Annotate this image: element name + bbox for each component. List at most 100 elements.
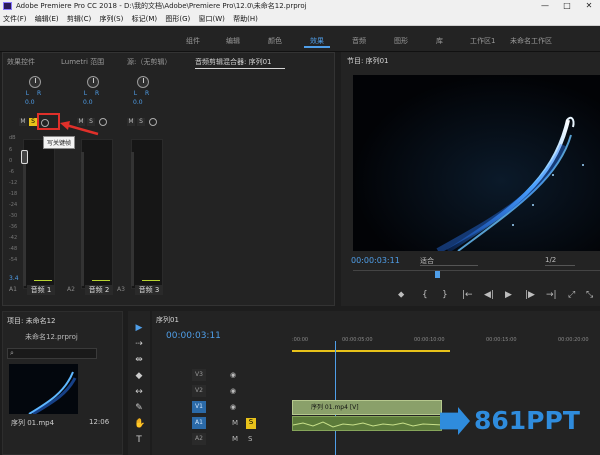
pan-knob[interactable] <box>87 76 99 88</box>
workspace-untitled[interactable]: 未命名工作区 <box>510 36 552 46</box>
minimize-button[interactable]: — <box>534 0 556 12</box>
db-tick: -6 <box>9 169 14 175</box>
eye-icon[interactable]: ◉ <box>230 371 236 379</box>
tools-panel: ▶ ⇢ ⇹ ◆ ↔ ✎ ✋ T <box>128 311 150 455</box>
add-marker-icon[interactable]: ⬥ <box>398 290 404 300</box>
track-label-a1[interactable]: A1 <box>192 417 206 429</box>
type-tool-icon[interactable]: T <box>134 435 144 445</box>
solo-button[interactable]: S <box>29 118 37 126</box>
step-forward-icon[interactable]: |▶ <box>525 290 535 300</box>
workspace-graphics[interactable]: 图形 <box>394 36 408 46</box>
db-tick: 0 <box>9 158 13 164</box>
volume-fader-track[interactable] <box>81 152 84 286</box>
mute-track-icon[interactable]: M <box>232 419 238 427</box>
workspace-audio[interactable]: 音频 <box>352 36 366 46</box>
step-back-icon[interactable]: ◀| <box>484 290 494 300</box>
volume-fader-track[interactable] <box>23 152 26 286</box>
channel-name-a1[interactable]: 音频 1 <box>27 285 55 295</box>
volume-fader-track[interactable] <box>131 152 134 286</box>
menu-graphics[interactable]: 图形(G) <box>162 12 193 26</box>
program-time-ruler[interactable] <box>353 270 600 280</box>
tab-lumetri-scopes[interactable]: Lumetri 范围 <box>61 57 104 67</box>
track-label-a2[interactable]: A2 <box>192 433 206 445</box>
pan-value[interactable]: 0.0 <box>83 99 93 106</box>
project-panel: 项目: 未命名12 未命名12.prproj ⌕ 序列 01.mp4 12:06 <box>2 311 123 455</box>
menu-clip[interactable]: 剪辑(C) <box>64 12 94 26</box>
program-playhead[interactable] <box>435 271 440 278</box>
clip-name[interactable]: 序列 01.mp4 <box>11 418 54 428</box>
workspace-assembly[interactable]: 组件 <box>186 36 200 46</box>
overwrite-icon[interactable]: ⤡ <box>586 290 593 300</box>
program-monitor-title[interactable]: 节目: 序列01 <box>347 56 389 66</box>
channel-name-a3[interactable]: 音频 3 <box>135 285 163 295</box>
clip-thumbnail[interactable] <box>9 364 78 414</box>
insert-icon[interactable]: ⤢ <box>568 290 575 300</box>
menu-file[interactable]: 文件(F) <box>0 12 30 26</box>
video-clip[interactable]: 序列 01.mp4 [V] <box>292 400 442 415</box>
timeline-ruler[interactable]: :00:00 00:00:05:00 00:00:10:00 00:00:15:… <box>292 333 600 357</box>
pan-value[interactable]: 0.0 <box>133 99 143 106</box>
ripple-edit-tool-icon[interactable]: ⇹ <box>134 355 144 365</box>
clip-duration: 12:06 <box>89 418 110 426</box>
db-tick: -30 <box>9 213 18 219</box>
pen-tool-icon[interactable]: ✎ <box>134 403 144 413</box>
solo-track-icon[interactable]: S <box>246 418 256 429</box>
solo-button[interactable]: S <box>137 118 145 126</box>
timeline-playhead[interactable] <box>335 341 336 455</box>
track-v1: V1 ◉ <box>152 401 292 416</box>
track-label-v2[interactable]: V2 <box>192 385 206 397</box>
close-button[interactable]: ✕ <box>578 0 600 12</box>
track-select-tool-icon[interactable]: ⇢ <box>134 339 144 349</box>
db-tick: -36 <box>9 224 18 230</box>
razor-tool-icon[interactable]: ◆ <box>134 371 144 381</box>
menu-help[interactable]: 帮助(H) <box>230 12 261 26</box>
mute-button[interactable]: M <box>127 118 135 126</box>
slip-tool-icon[interactable]: ↔ <box>134 387 144 397</box>
menu-edit[interactable]: 编辑(E) <box>32 12 62 26</box>
mark-out-icon[interactable]: } <box>442 290 448 300</box>
mute-button[interactable]: M <box>19 118 27 126</box>
resolution-select[interactable]: 1/2 <box>545 256 575 266</box>
go-to-in-icon[interactable]: |← <box>462 290 473 300</box>
pan-knob[interactable] <box>137 76 149 88</box>
project-panel-title[interactable]: 项目: 未命名12 <box>7 316 56 326</box>
audio-clip[interactable] <box>292 416 443 431</box>
pan-knob[interactable] <box>29 76 41 88</box>
program-timecode[interactable]: 00:00:03:11 <box>351 256 400 265</box>
volume-fader-handle[interactable] <box>21 150 28 164</box>
workspace-1[interactable]: 工作区1 <box>470 36 495 46</box>
menu-window[interactable]: 窗口(W) <box>195 12 227 26</box>
play-icon[interactable]: ▶ <box>505 290 512 300</box>
ruler-label: 00:00:20:00 <box>558 337 589 343</box>
write-keyframe-icon[interactable] <box>99 118 107 126</box>
channel-id-a1: A1 <box>9 286 17 293</box>
project-search-input[interactable]: ⌕ <box>7 348 97 359</box>
menu-sequence[interactable]: 序列(S) <box>96 12 126 26</box>
work-area-bar[interactable] <box>292 350 450 352</box>
timeline-timecode[interactable]: 00:00:03:11 <box>166 331 221 341</box>
tab-effect-controls[interactable]: 效果控件 <box>7 57 35 67</box>
solo-track-icon[interactable]: S <box>248 435 252 443</box>
track-label-v3[interactable]: V3 <box>192 369 206 381</box>
go-to-out-icon[interactable]: →| <box>546 290 557 300</box>
timeline-sequence-tab[interactable]: 序列01 <box>156 315 179 325</box>
menu-marker[interactable]: 标记(M) <box>129 12 161 26</box>
track-label-v1[interactable]: V1 <box>192 401 206 413</box>
hand-tool-icon[interactable]: ✋ <box>134 419 145 429</box>
workspace-color[interactable]: 颜色 <box>268 36 282 46</box>
zoom-level-select[interactable]: 适合 <box>420 256 478 266</box>
write-keyframe-icon[interactable] <box>149 118 157 126</box>
tab-source[interactable]: 源:（无剪辑） <box>127 57 171 67</box>
workspace-library[interactable]: 库 <box>436 36 443 46</box>
mute-track-icon[interactable]: M <box>232 435 238 443</box>
tab-audio-clip-mixer[interactable]: 音频剪辑混合器: 序列01 <box>195 57 272 67</box>
selection-tool-icon[interactable]: ▶ <box>134 323 144 333</box>
workspace-editing[interactable]: 编辑 <box>226 36 240 46</box>
workspace-effects[interactable]: 效果 <box>310 36 324 46</box>
pan-value[interactable]: 0.0 <box>25 99 35 106</box>
mark-in-icon[interactable]: { <box>422 290 428 300</box>
channel-name-a2[interactable]: 音频 2 <box>85 285 113 295</box>
eye-icon[interactable]: ◉ <box>230 387 236 395</box>
eye-icon[interactable]: ◉ <box>230 403 236 411</box>
maximize-button[interactable]: □ <box>556 0 578 12</box>
